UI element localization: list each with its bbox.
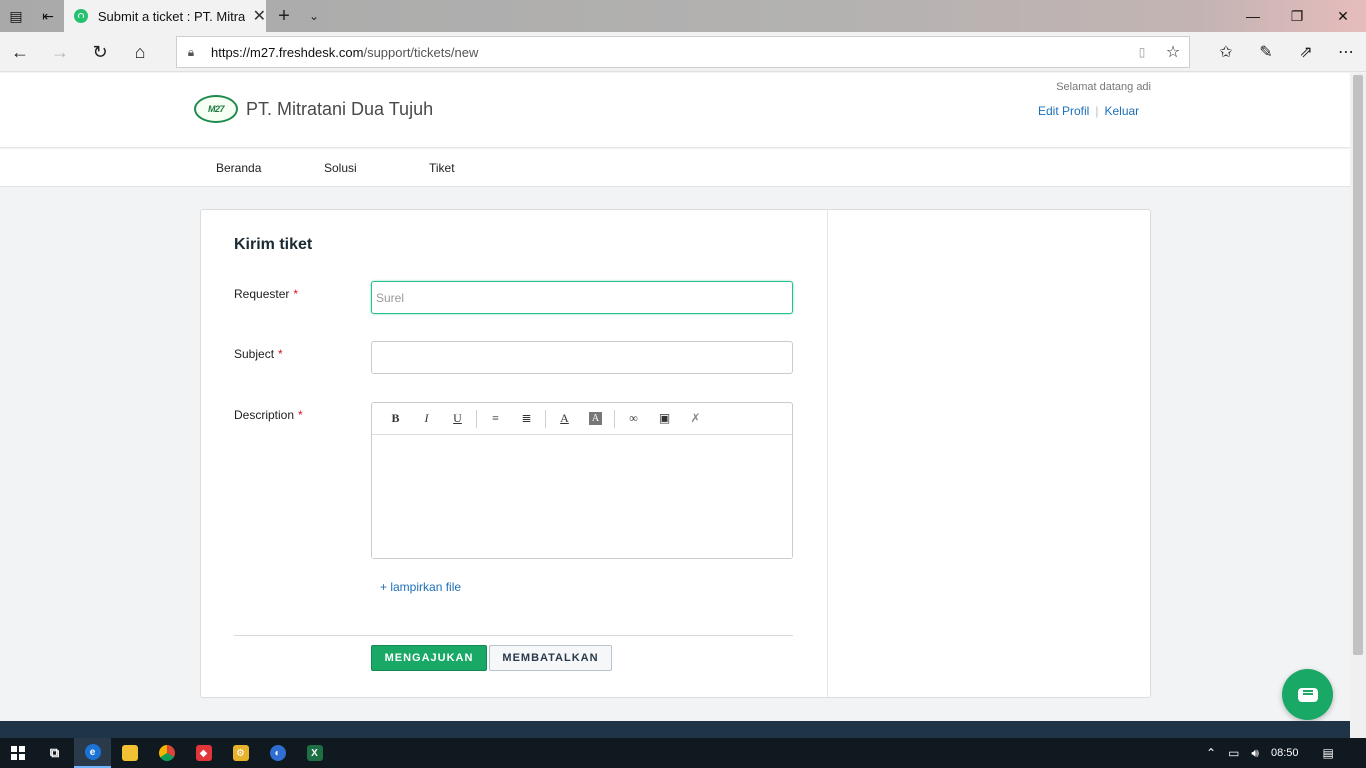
file-explorer-icon[interactable] bbox=[111, 738, 148, 768]
link-icon[interactable]: ∞ bbox=[618, 407, 649, 431]
toolbar-separator bbox=[614, 409, 615, 428]
chevron-up-icon[interactable]: ⌃ bbox=[1206, 746, 1216, 760]
subject-label: Subject * bbox=[234, 347, 283, 361]
link-separator: | bbox=[1095, 104, 1099, 118]
browser-tab-bar: ▤ ⇤ Submit a ticket : PT. Mitratani Dua … bbox=[0, 0, 1366, 32]
toolbar-separator bbox=[545, 409, 546, 428]
portal-nav: Beranda Solusi Tiket bbox=[0, 149, 1350, 187]
cancel-button[interactable]: MEMBATALKAN bbox=[489, 645, 612, 671]
form-divider bbox=[234, 635, 793, 636]
toolbar-separator bbox=[476, 409, 477, 428]
lock-icon: 🔒︎ bbox=[187, 44, 195, 59]
task-view-icon[interactable]: ⧉ bbox=[36, 738, 73, 768]
url-text: https://m27.freshdesk.com/support/ticket… bbox=[211, 44, 479, 60]
notifications-icon[interactable]: ▤ bbox=[1323, 746, 1334, 760]
network-app-icon[interactable]: ◐ bbox=[259, 738, 296, 768]
close-tab-icon[interactable]: ✕ bbox=[253, 6, 266, 26]
minimize-icon[interactable]: — bbox=[1230, 0, 1276, 32]
user-links: Edit Profil | Keluar bbox=[1038, 104, 1139, 118]
set-aside-tabs-icon[interactable]: ⇤ bbox=[32, 0, 64, 32]
welcome-text: Selamat datang adi bbox=[1056, 81, 1151, 93]
company-name: PT. Mitratani Dua Tujuh bbox=[246, 99, 434, 119]
bullet-list-icon[interactable]: ≡ bbox=[480, 407, 511, 431]
clock[interactable]: 08:50 bbox=[1271, 747, 1299, 759]
font-color-icon[interactable]: A bbox=[549, 407, 580, 431]
url-field[interactable]: 🔒︎ https://m27.freshdesk.com/support/tic… bbox=[176, 36, 1190, 68]
chat-widget-button[interactable] bbox=[1282, 669, 1333, 720]
new-tab-icon[interactable]: + bbox=[270, 0, 298, 32]
bold-icon[interactable]: B bbox=[380, 407, 411, 431]
portal-footer bbox=[0, 721, 1350, 738]
volume-icon[interactable]: 🔊︎ bbox=[1251, 746, 1259, 761]
subject-input[interactable] bbox=[371, 341, 793, 374]
nav-item-solusi[interactable]: Solusi bbox=[324, 161, 357, 175]
underline-icon[interactable]: U bbox=[442, 407, 473, 431]
requester-input[interactable] bbox=[371, 281, 793, 314]
portal-header: M27 PT. Mitratani Dua Tujuh Selamat data… bbox=[0, 73, 1350, 148]
more-options-icon[interactable]: ⋯ bbox=[1328, 36, 1364, 68]
attach-file-link[interactable]: + lampirkan file bbox=[380, 580, 461, 594]
description-editor: B I U ≡ ≣ A A ∞ ▣ ✗ bbox=[371, 402, 793, 559]
web-notes-icon[interactable]: ✎ bbox=[1248, 36, 1284, 68]
description-textarea[interactable] bbox=[372, 435, 792, 558]
reading-view-icon[interactable]: ▯ bbox=[1127, 45, 1157, 59]
favorite-star-icon[interactable]: ☆ bbox=[1157, 42, 1189, 62]
italic-icon[interactable]: I bbox=[411, 407, 442, 431]
tab-title: Submit a ticket : PT. Mitratani Dua Tuju… bbox=[97, 8, 245, 24]
network-icon[interactable]: ▭ bbox=[1228, 746, 1239, 760]
refresh-icon[interactable]: ↻ bbox=[84, 36, 116, 68]
favorites-hub-icon[interactable]: ✩ bbox=[1208, 36, 1244, 68]
browser-tab[interactable]: Submit a ticket : PT. Mitratani Dua Tuju… bbox=[64, 0, 266, 32]
background-color-icon[interactable]: A bbox=[589, 412, 602, 425]
share-icon[interactable]: ⇗ bbox=[1288, 36, 1324, 68]
remove-format-icon[interactable]: ✗ bbox=[680, 407, 711, 431]
restore-icon[interactable]: ❐ bbox=[1274, 0, 1320, 32]
numbered-list-icon[interactable]: ≣ bbox=[511, 407, 542, 431]
excel-icon[interactable]: X bbox=[296, 738, 333, 768]
close-window-icon[interactable]: ✕ bbox=[1320, 0, 1366, 32]
windows-start-icon[interactable] bbox=[0, 738, 36, 768]
windows-taskbar: ⧉ e ◆ ⚙ ◐ X ⌃ ▭ 🔊︎ 08:50 ▤ bbox=[0, 738, 1366, 768]
forward-icon[interactable]: → bbox=[44, 36, 76, 68]
editor-toolbar: B I U ≡ ≣ A A ∞ ▣ ✗ bbox=[372, 403, 792, 435]
company-logo[interactable]: M27 bbox=[194, 95, 238, 123]
edge-browser-icon[interactable]: e bbox=[74, 738, 111, 768]
freshdesk-favicon-icon bbox=[74, 9, 88, 23]
chat-icon bbox=[1297, 687, 1318, 702]
submit-button[interactable]: MENGAJUKAN bbox=[371, 645, 487, 671]
logout-link[interactable]: Keluar bbox=[1104, 104, 1139, 118]
nav-item-beranda[interactable]: Beranda bbox=[216, 161, 261, 175]
edit-profile-link[interactable]: Edit Profil bbox=[1038, 104, 1089, 118]
chevron-down-icon[interactable]: ⌄ bbox=[302, 0, 326, 32]
home-icon[interactable]: ⌂ bbox=[124, 36, 156, 68]
system-tray: ⌃ ▭ 🔊︎ 08:50 ▤ bbox=[1200, 738, 1340, 768]
chrome-icon[interactable] bbox=[148, 738, 185, 768]
main-content: Kirim tiket Requester* Subject* Descript… bbox=[0, 188, 1350, 721]
image-icon[interactable]: ▣ bbox=[649, 407, 680, 431]
requester-label: Requester * bbox=[234, 287, 299, 301]
form-title: Kirim tiket bbox=[234, 236, 313, 253]
back-icon[interactable]: ← bbox=[4, 36, 36, 68]
utility-app-icon[interactable]: ⚙ bbox=[222, 738, 259, 768]
page-scrollbar[interactable] bbox=[1350, 73, 1366, 738]
ticket-form-card: Kirim tiket Requester* Subject* Descript… bbox=[200, 209, 1151, 698]
description-label: Description * bbox=[234, 408, 303, 422]
card-sidebar-divider bbox=[827, 210, 828, 697]
tab-manager-icon[interactable]: ▤ bbox=[0, 0, 32, 32]
address-bar-row: ← → ↻ ⌂ 🔒︎ https://m27.freshdesk.com/sup… bbox=[0, 32, 1366, 72]
scrollbar-thumb[interactable] bbox=[1353, 75, 1363, 655]
nav-item-tiket[interactable]: Tiket bbox=[429, 161, 455, 175]
anydesk-icon[interactable]: ◆ bbox=[185, 738, 222, 768]
